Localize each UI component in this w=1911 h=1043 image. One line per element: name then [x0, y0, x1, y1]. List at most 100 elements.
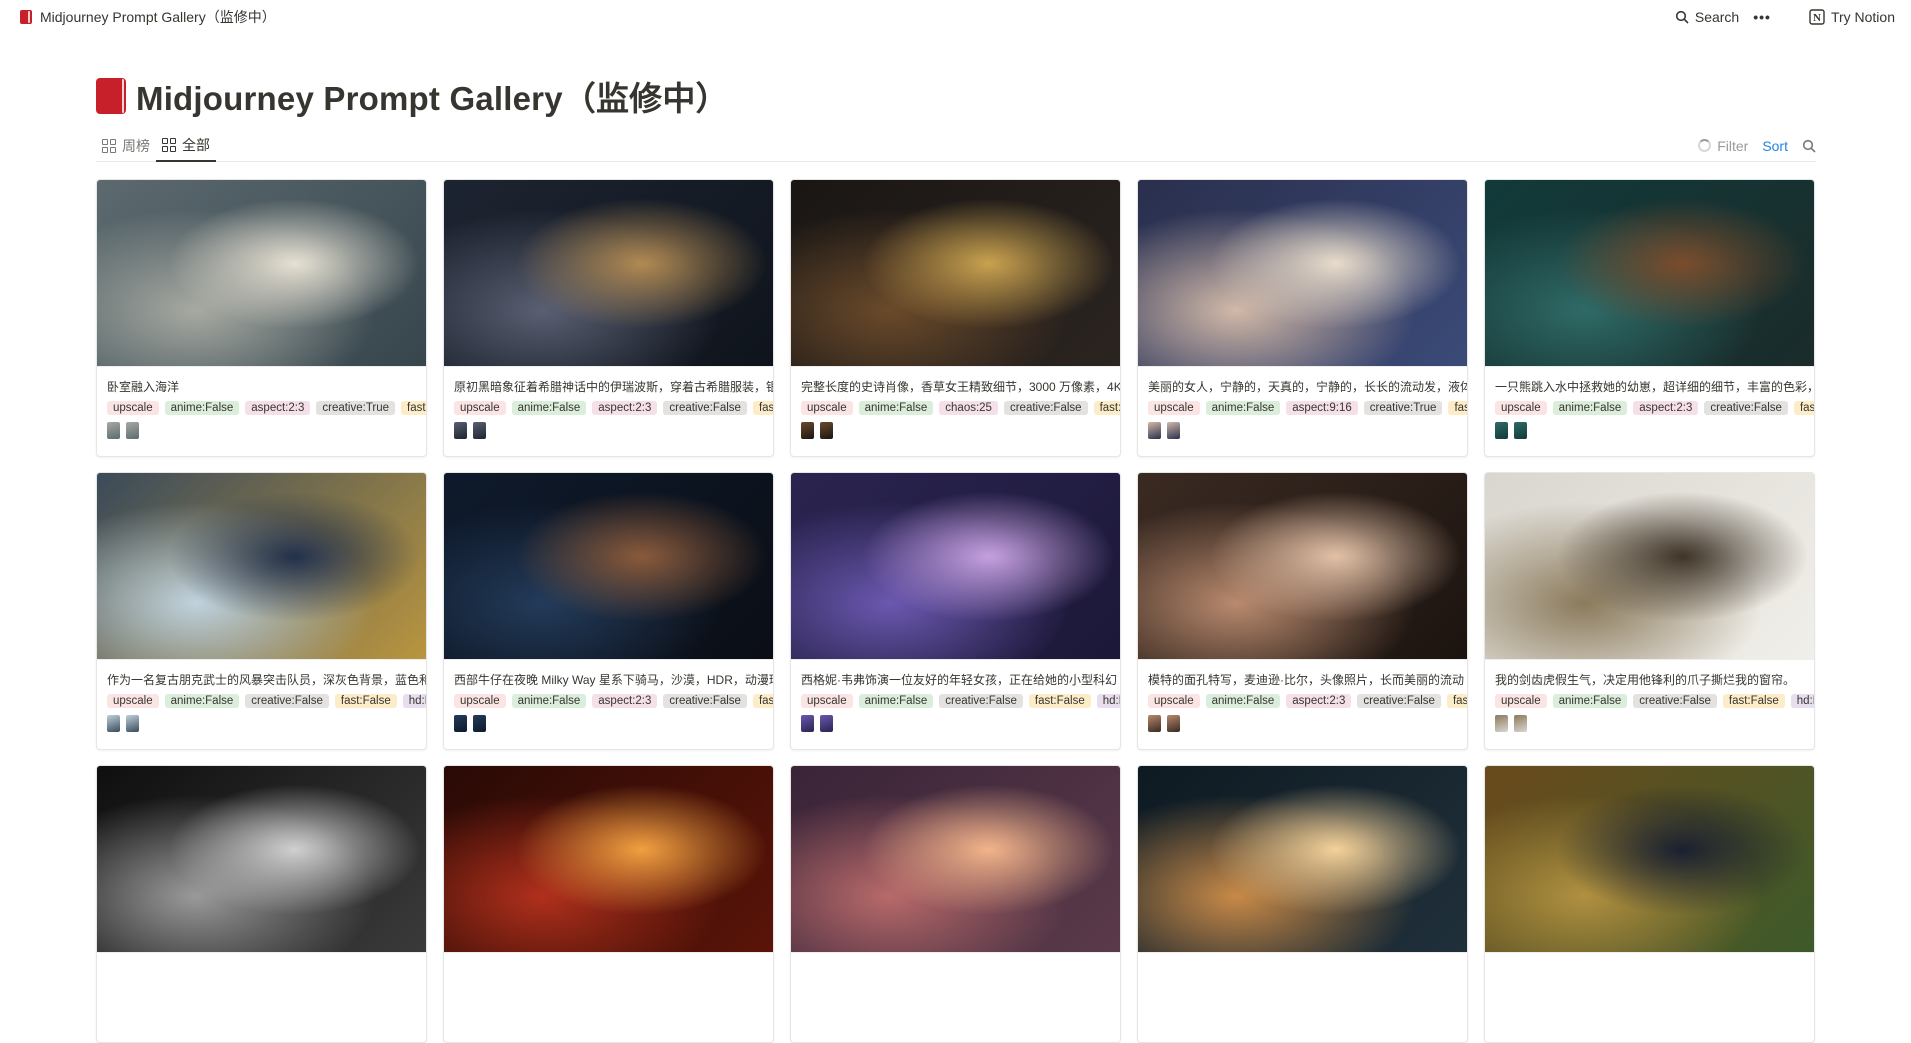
tag: fast:False — [1793, 401, 1814, 415]
tag-list: upscale anime:False chaos:25 creative:False… — [791, 395, 1120, 415]
try-notion-label: Try Notion — [1830, 9, 1895, 25]
tag: creative:False — [939, 694, 1023, 708]
tag: fast:False — [1722, 694, 1785, 708]
gallery-card[interactable] — [1137, 765, 1468, 1043]
thumbnail[interactable] — [820, 422, 833, 439]
tag: anime:False — [1552, 694, 1628, 708]
search-button[interactable]: Search — [1675, 9, 1739, 25]
woman-hair-image — [1138, 180, 1467, 367]
attachment-thumbnails — [1485, 415, 1814, 439]
tag-list: upscale anime:False creative:False fast:Fal… — [1485, 688, 1814, 708]
filter-label: Filter — [1717, 137, 1749, 154]
tag: aspect:2:3 — [245, 401, 311, 415]
tag: creative:False — [245, 694, 329, 708]
thumbnail[interactable] — [454, 422, 467, 439]
gallery-card[interactable]: 卧室融入海洋 upscale anime:False aspect:2:3 creati… — [96, 179, 427, 457]
tag: anime:False — [511, 694, 587, 708]
attachment-thumbnails — [97, 708, 426, 732]
thumbnail[interactable] — [1167, 422, 1180, 439]
tag: creative:True — [316, 401, 396, 415]
tag: anime:False — [511, 401, 587, 415]
tag: creative:False — [1003, 401, 1088, 415]
gallery-card[interactable]: 美丽的女人，宁静的，天真的，宁静的，长长的流动发，液体 upscale anime:… — [1137, 179, 1468, 457]
attachment-thumbnails — [1138, 415, 1467, 439]
thumbnail[interactable] — [126, 715, 139, 732]
gallery-card[interactable] — [96, 765, 427, 1043]
tag-list: upscale anime:False aspect:2:3 creative:Fal… — [1485, 395, 1814, 415]
thumbnail[interactable] — [126, 422, 139, 439]
thumbnail[interactable] — [473, 422, 486, 439]
card-caption: 美丽的女人，宁静的，天真的，宁静的，长长的流动发，液体 — [1148, 380, 1467, 394]
bottle-ship-image — [1138, 766, 1467, 953]
gallery: 卧室融入海洋 upscale anime:False aspect:2:3 creati… — [96, 179, 1815, 1043]
tag: fast:False — [752, 401, 773, 415]
tag: upscale — [801, 694, 853, 708]
attachment-thumbnails — [444, 415, 773, 439]
tag-list: upscale anime:False aspect:2:3 creative:Fal… — [444, 395, 773, 415]
tag-list: upscale anime:False aspect:2:3 creative:Fal… — [444, 688, 773, 708]
more-button[interactable]: ••• — [1753, 9, 1795, 25]
thumbnail[interactable] — [107, 422, 120, 439]
thumbnail[interactable] — [1514, 715, 1527, 732]
thumbnail[interactable] — [801, 422, 814, 439]
tag: aspect:2:3 — [1633, 401, 1699, 415]
skull-image — [97, 766, 426, 953]
book-icon — [20, 10, 32, 24]
thumbnail[interactable] — [1148, 715, 1161, 732]
girl-alien-image — [791, 473, 1120, 660]
tab-label: 周榜 — [122, 137, 150, 154]
attachment-thumbnails — [1138, 708, 1467, 732]
thumbnail[interactable] — [473, 715, 486, 732]
tiger-image — [1485, 473, 1814, 660]
bedroom-ocean-image — [97, 180, 426, 367]
tag-list: upscale anime:False aspect:9:16 creative:Tr… — [1138, 395, 1467, 415]
erebus-image — [444, 180, 773, 367]
view-bar: 周榜 全部 Filter Sort — [96, 130, 1816, 162]
tag: anime:False — [1205, 401, 1281, 415]
gallery-card[interactable]: 一只熊跳入水中拯救她的幼崽，超详细的细节，丰富的色彩， upscale anime:… — [1484, 179, 1815, 457]
thumbnail[interactable] — [801, 715, 814, 732]
search-icon[interactable] — [1802, 139, 1816, 153]
thumbnail[interactable] — [1148, 422, 1161, 439]
gallery-card[interactable] — [790, 765, 1121, 1043]
filter-button[interactable]: Filter — [1698, 138, 1748, 154]
loading-icon — [1698, 139, 1712, 152]
tag-list: upscale anime:False aspect:2:3 creative:Fal… — [1138, 688, 1467, 708]
tag: creative:True — [1363, 401, 1443, 415]
tab-weekly[interactable]: 周榜 — [96, 130, 156, 162]
gallery-card[interactable]: 模特的面孔特写，麦迪逊·比尔，头像照片，长而美丽的流动 upscale anime:… — [1137, 472, 1468, 750]
tag: anime:False — [1205, 694, 1281, 708]
gallery-card[interactable]: 原初黑暗象征着希腊神话中的伊瑞波斯，穿着古希腊服装，银 upscale anime:… — [443, 179, 774, 457]
gallery-card[interactable]: 我的剑齿虎假生气，决定用他锋利的爪子撕烂我的窗帘。 upscale anime:Fa… — [1484, 472, 1815, 750]
breadcrumb[interactable]: Midjourney Prompt Gallery（监修中） — [20, 7, 276, 27]
gallery-card[interactable]: 完整长度的史诗肖像，香草女王精致细节，3000 万像素，4K upscale ani… — [790, 179, 1121, 457]
tag: fast:False — [1448, 401, 1467, 415]
gallery-card[interactable] — [1484, 765, 1815, 1043]
attachment-thumbnails — [791, 708, 1120, 732]
thumbnail[interactable] — [107, 715, 120, 732]
tag: creative:False — [663, 401, 747, 415]
thumbnail[interactable] — [1495, 715, 1508, 732]
tag: upscale — [1495, 401, 1547, 415]
breadcrumb-page-title: Midjourney Prompt Gallery（监修中） — [40, 9, 276, 25]
thumbnail[interactable] — [1514, 422, 1527, 439]
try-notion-button[interactable]: N Try Notion — [1809, 9, 1895, 25]
gallery-card[interactable] — [443, 765, 774, 1043]
thumbnail[interactable] — [1167, 715, 1180, 732]
card-caption: 作为一名复古朋克武士的风暴突击队员，深灰色背景，蓝色和 — [107, 673, 426, 687]
thumbnail[interactable] — [454, 715, 467, 732]
gallery-card[interactable]: 西部牛仔在夜晚 Milky Way 星系下骑马，沙漠，HDR，动漫环 upscal… — [443, 472, 774, 750]
sort-button[interactable]: Sort — [1762, 138, 1788, 154]
tab-label: 全部 — [182, 136, 210, 153]
tag: anime:False — [164, 694, 240, 708]
attachment-thumbnails — [97, 415, 426, 439]
tab-all[interactable]: 全部 — [156, 130, 216, 162]
attachment-thumbnails — [444, 708, 773, 732]
gallery-card[interactable]: 西格妮·韦弗饰演一位友好的年轻女孩，正在给她的小型科幻 upscale anime:… — [790, 472, 1121, 750]
gallery-icon — [162, 137, 176, 152]
card-caption: 模特的面孔特写，麦迪逊·比尔，头像照片，长而美丽的流动 — [1148, 673, 1464, 687]
thumbnail[interactable] — [820, 715, 833, 732]
tag: upscale — [801, 401, 853, 415]
thumbnail[interactable] — [1495, 422, 1508, 439]
gallery-card[interactable]: 作为一名复古朋克武士的风暴突击队员，深灰色背景，蓝色和 upscale anime:… — [96, 472, 427, 750]
